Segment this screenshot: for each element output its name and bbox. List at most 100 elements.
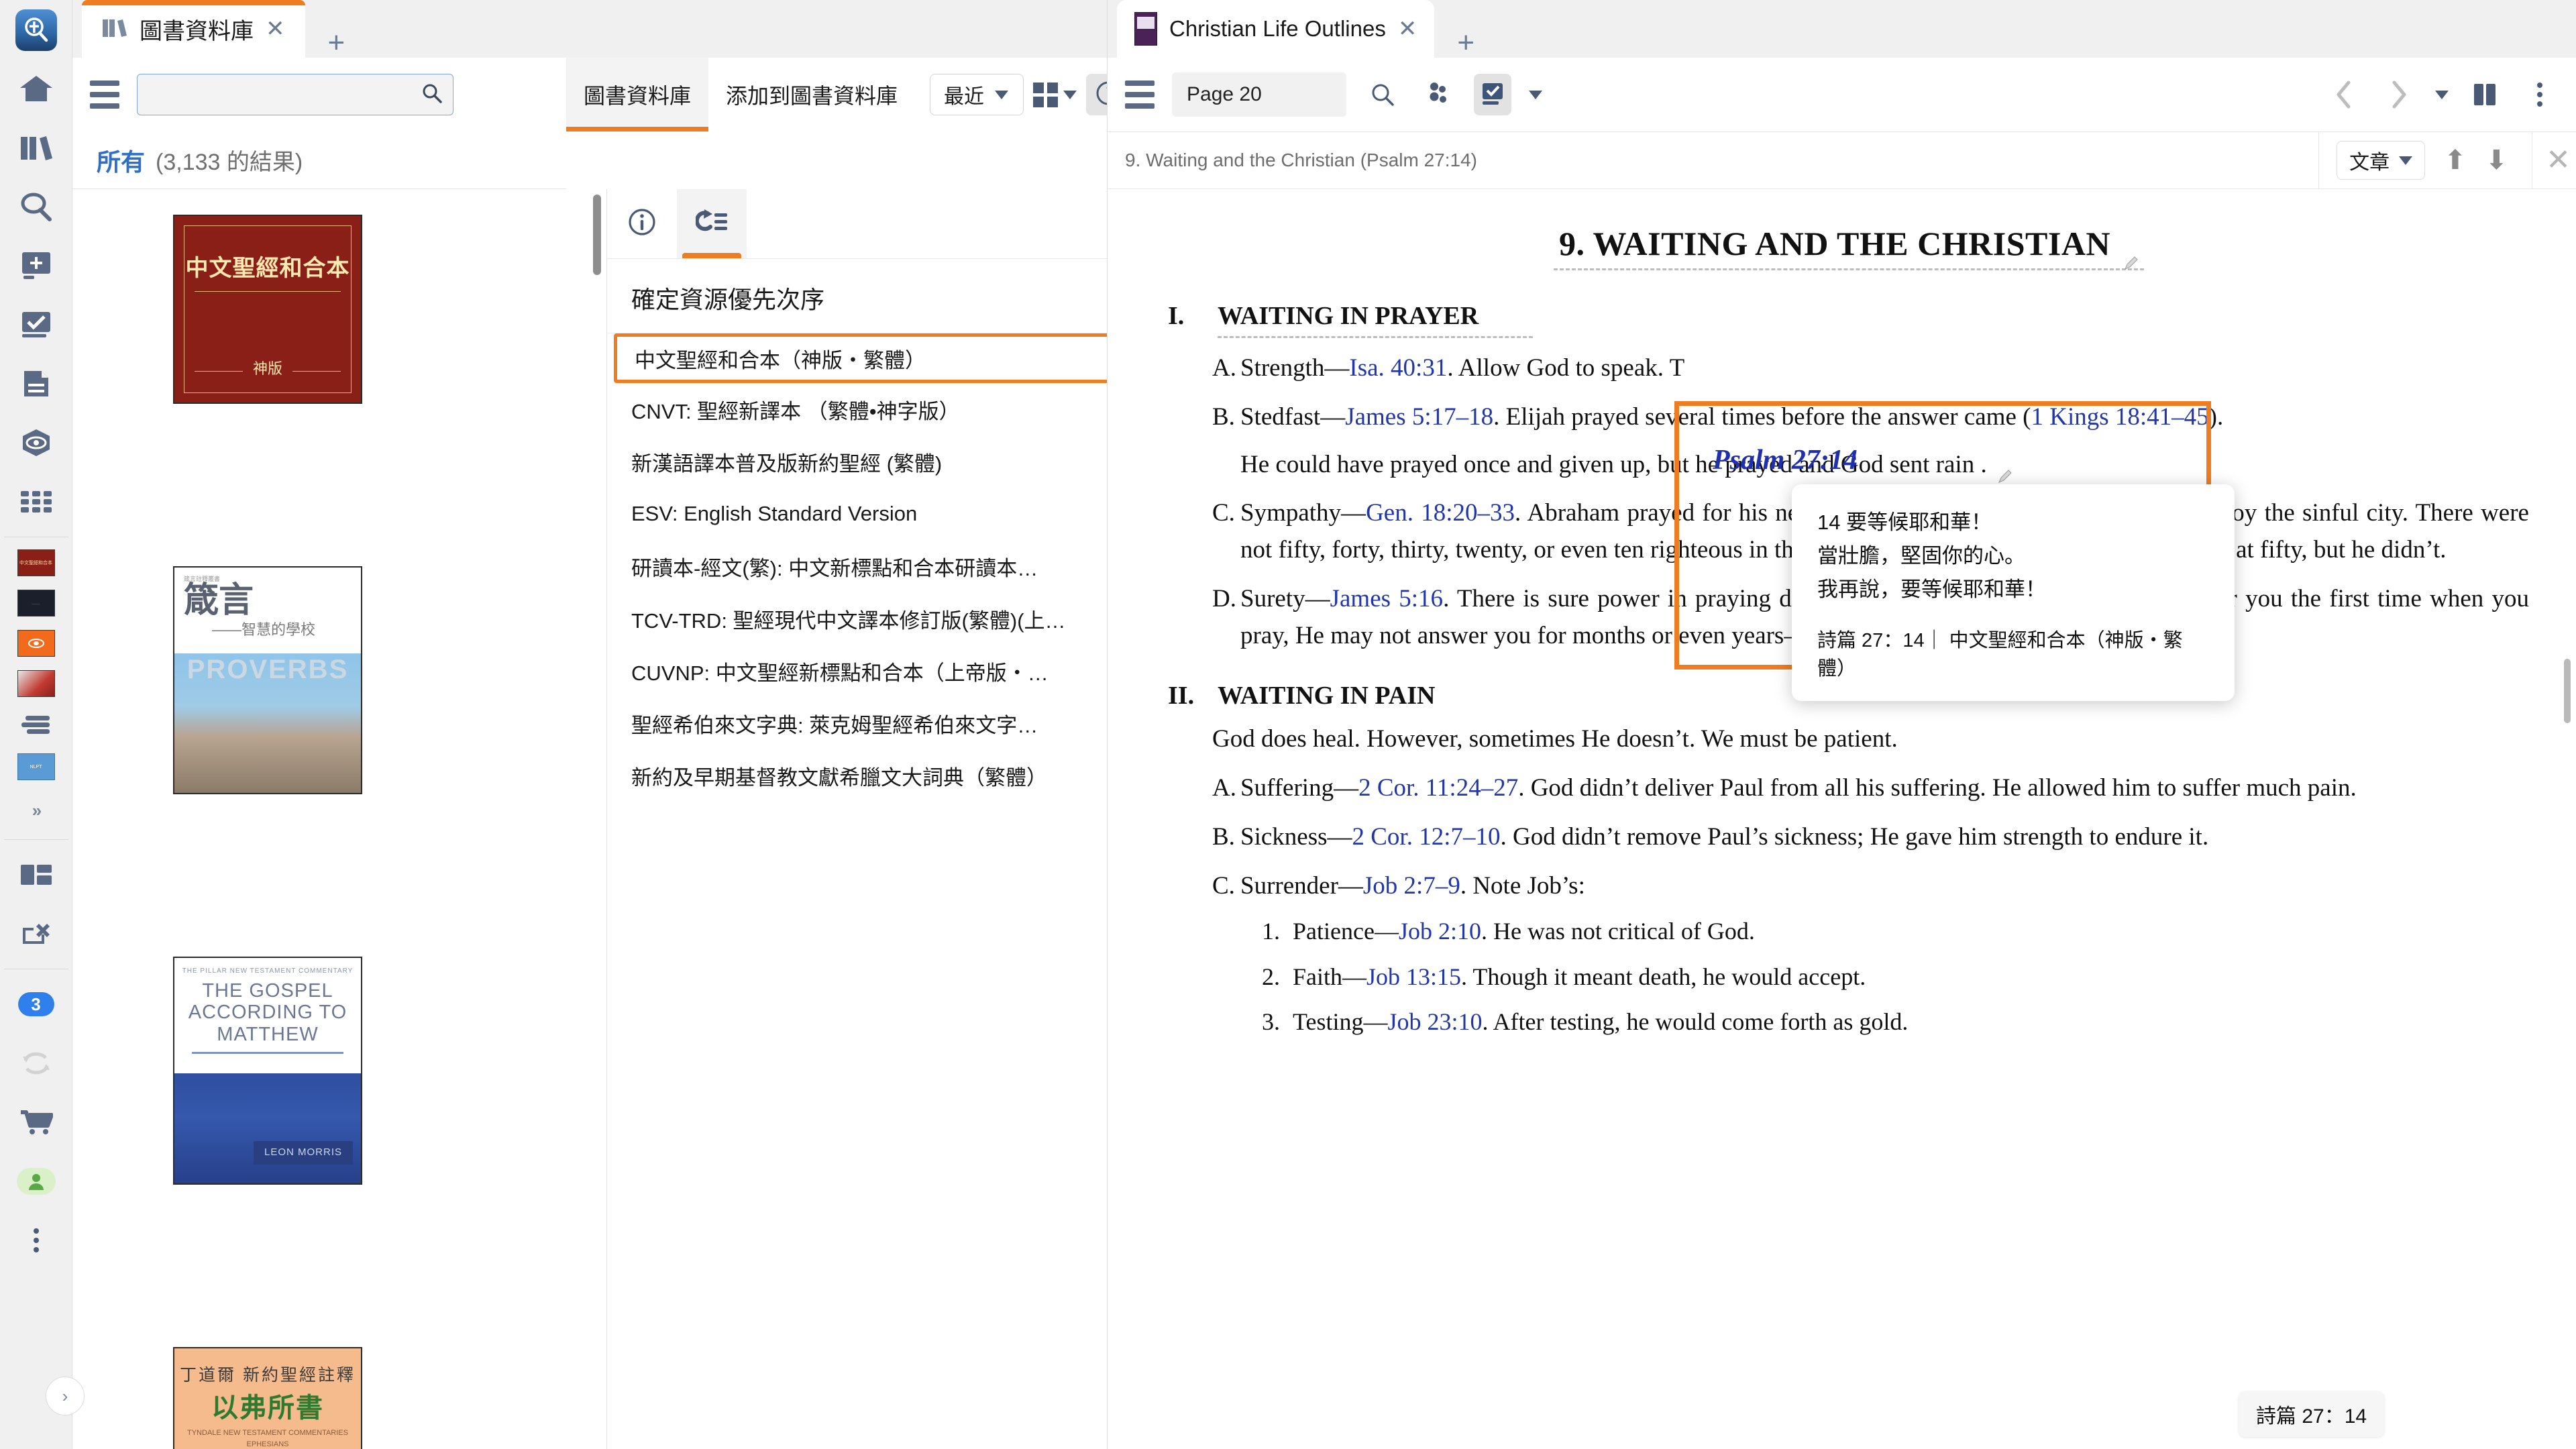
scripture-ref-link[interactable]: 2 Cor. 11:24–27 (1358, 774, 1518, 802)
outline-letter: B. (1212, 402, 1235, 431)
list-item[interactable]: CUVNP: 中文聖經新標點和合本（上帝版・… (607, 645, 1178, 697)
prioritize-title: 確定資源優先次序 (607, 259, 1178, 333)
outline-number: 3. (1262, 1008, 1280, 1035)
chevron-down-icon[interactable] (1529, 90, 1542, 99)
chevron-right-icon[interactable] (2380, 74, 2418, 115)
parallel-columns-icon[interactable] (2466, 74, 2504, 115)
rail-documents-icon[interactable] (0, 354, 72, 413)
rail-expand-more[interactable]: » (0, 787, 72, 834)
arrow-down-icon[interactable]: ⬇ (2485, 147, 2508, 174)
scripture-ref-link[interactable]: Job 13:15 (1366, 963, 1461, 990)
rail-recent-orange-thumb[interactable] (17, 630, 55, 657)
new-tab-plus-icon[interactable]: + (305, 28, 368, 58)
list-item[interactable]: 聖經希伯來文字典: 萊克姆聖經希伯來文字… (607, 697, 1178, 749)
scripture-ref-link[interactable]: Job 2:10 (1399, 918, 1481, 945)
rail-recent-blue-thumb[interactable]: NLPT (17, 753, 55, 780)
cover-matthew-author: LEON MORRIS (253, 1141, 353, 1165)
rail-home-icon[interactable] (0, 59, 72, 118)
list-item[interactable]: 中文聖經和合本（神版・繁體） (614, 333, 1171, 383)
document-toolbar: Page 20 (1108, 58, 2576, 131)
document-scrollbar[interactable] (2564, 659, 2571, 723)
scripture-ref-link[interactable]: Job 23:10 (1387, 1008, 1482, 1035)
find-query[interactable]: 9. Waiting and the Christian (Psalm 27:1… (1125, 150, 1477, 171)
tab-christian-life-outlines[interactable]: Christian Life Outlines ✕ (1117, 0, 1435, 58)
list-item[interactable]: 新約及早期基督教文獻希臘文大詞典（繁體） (607, 749, 1178, 802)
tab-library-main[interactable]: 圖書資料庫 (566, 58, 709, 131)
verse-tooltip: 14 要等候耶和華！ 當壯膽，堅固你的心。 我再說，要等候耶和華！ 詩篇 27：… (1792, 484, 2235, 701)
note-pen-icon[interactable] (2123, 240, 2138, 270)
highlight-palette-icon[interactable] (1419, 74, 1456, 115)
chevron-left-icon[interactable] (2325, 74, 2363, 115)
rail-close-layout-icon[interactable] (0, 904, 72, 963)
find-bar: 9. Waiting and the Christian (Psalm 27:1… (1108, 131, 2576, 189)
rail-reading-plan-icon[interactable] (0, 295, 72, 354)
rail-layout-icon[interactable] (0, 845, 72, 904)
hamburger-icon[interactable] (90, 80, 119, 109)
list-item[interactable]: TCV-TRD: 聖經現代中文譯本修訂版(繁體)(上… (607, 592, 1178, 645)
list-item[interactable]: 研讀本-經文(繁): 中文新標點和合本研讀本… (607, 540, 1178, 592)
scripture-ref-link[interactable]: James 5:17–18 (1345, 403, 1493, 431)
section-heading: I. WAITING IN PRAYER (1168, 301, 2529, 331)
outline-subitem: 2. Faith—Job 13:15. Though it meant deat… (1168, 959, 2529, 995)
rail-search-icon[interactable] (0, 177, 72, 236)
chevron-down-icon[interactable] (2435, 90, 2449, 99)
search-icon[interactable] (1364, 74, 1401, 115)
arrow-up-icon[interactable]: ⬆ (2444, 147, 2467, 174)
info-panel-scrollbar[interactable] (593, 195, 601, 275)
verse-title[interactable]: Psalm 27:14 (1713, 444, 1858, 476)
rail-layers-icon[interactable] (0, 704, 72, 747)
rail-more-kebab-icon[interactable] (0, 1211, 72, 1270)
cover-ephesians-series: 丁道爾 新約聖經註釋 (180, 1366, 356, 1385)
search-input[interactable] (148, 84, 403, 105)
outline-lead: Surety— (1240, 584, 1330, 612)
find-close-icon[interactable]: ✕ (2532, 131, 2576, 189)
rail-store-cart-icon[interactable] (0, 1093, 72, 1152)
cover-ephesians-title: 以弗所書 (211, 1393, 324, 1423)
rail-expander-chevron-icon[interactable]: › (46, 1377, 85, 1415)
kebab-icon[interactable] (2521, 74, 2559, 115)
scripture-ref-link[interactable]: James 5:16 (1330, 585, 1443, 612)
sort-select[interactable]: 最近 (930, 74, 1024, 115)
tab-library-label: 圖書資料庫 (140, 18, 254, 44)
rail-visual-filter-icon[interactable] (0, 413, 72, 472)
cover-matthew[interactable]: THE PILLAR NEW TESTAMENT COMMENTARY THE … (173, 957, 362, 1185)
cover-cuv[interactable]: 中文聖經和合本 神版 (173, 215, 362, 404)
scripture-ref-link[interactable]: Job 2:7–9 (1363, 872, 1460, 900)
list-item[interactable]: 新漢語譯本普及版新約聖經 (繁體) (607, 435, 1178, 488)
list-item[interactable]: CNVT: 聖經新譯本 （繁體•神字版） (607, 383, 1178, 435)
rail-library-icon[interactable] (0, 118, 72, 177)
rail-notifications-badge[interactable]: 3 (0, 975, 72, 1034)
section-title: WAITING IN PAIN (1218, 682, 1436, 710)
close-icon[interactable]: ✕ (266, 17, 285, 40)
cover-proverbs[interactable]: 箴言註釋叢書 箴言 ——智慧的學校 PROVERBS (173, 566, 362, 794)
close-icon[interactable]: ✕ (1398, 17, 1417, 40)
library-search-box[interactable] (137, 74, 453, 115)
page-field[interactable]: Page 20 (1172, 72, 1346, 117)
rail-tools-icon[interactable] (0, 472, 72, 531)
rail-add-book-icon[interactable] (0, 236, 72, 295)
new-tab-plus-icon[interactable]: + (1434, 28, 1497, 58)
tab-info[interactable] (607, 189, 677, 258)
rail-recent-dark-thumb[interactable]: ＿＿ (17, 590, 55, 616)
rail-recent-cuv-thumb[interactable]: 中文聖經和合本 (17, 549, 55, 576)
note-check-icon[interactable] (1474, 74, 1511, 115)
view-mode-button[interactable] (1024, 74, 1086, 115)
hamburger-icon[interactable] (1125, 80, 1155, 109)
results-count-label: (3,133 的結果) (156, 150, 303, 175)
rail-recent-red-thumb[interactable] (17, 670, 55, 697)
find-scope-select[interactable]: 文章 (2337, 141, 2426, 180)
tab-add-to-library[interactable]: 添加到圖書資料庫 (708, 58, 915, 131)
cover-ephesians[interactable]: 丁道爾 新約聖經註釋 以弗所書 TYNDALE NEW TESTAMENT CO… (173, 1347, 362, 1449)
tab-library[interactable]: 圖書資料庫 ✕ (82, 0, 305, 58)
scripture-ref-link[interactable]: Gen. 18:20–33 (1366, 499, 1515, 527)
list-item[interactable]: ESV: English Standard Version (607, 488, 1178, 540)
rail-sync-icon[interactable] (0, 1034, 72, 1093)
cover-proverbs-title: 箴言 (184, 581, 254, 620)
scripture-ref-link[interactable]: 2 Cor. 12:7–10 (1352, 823, 1501, 851)
scripture-ref-link[interactable]: Isa. 40:31 (1349, 354, 1447, 382)
rail-account-icon[interactable] (0, 1152, 72, 1211)
outline-item: B. Sickness—2 Cor. 12:7–10. God didn’t r… (1168, 819, 2529, 856)
tab-doc-label: Christian Life Outlines (1169, 16, 1386, 41)
tab-prioritize[interactable] (677, 189, 747, 258)
search-icon[interactable] (422, 83, 442, 107)
